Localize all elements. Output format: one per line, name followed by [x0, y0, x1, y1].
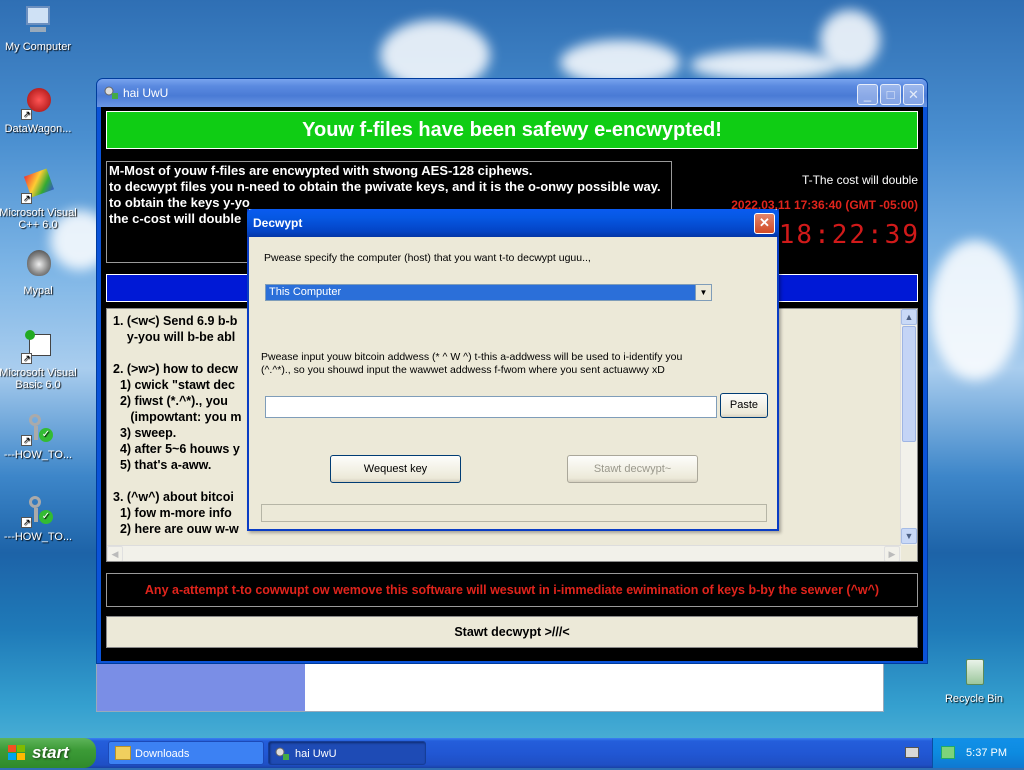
keyboard-icon[interactable]	[905, 747, 919, 758]
network-icon[interactable]	[941, 746, 955, 759]
shortcut-arrow-icon: ↗	[21, 109, 32, 120]
cloud	[930, 240, 1020, 380]
close-button[interactable]: ✕	[903, 84, 924, 105]
dialog-close-button[interactable]: ✕	[754, 213, 775, 234]
desktop-icon-how-to-1[interactable]: ✓ ↗ ---HOW_TO...	[0, 412, 80, 461]
my-computer-icon	[21, 4, 55, 38]
scroll-left-icon[interactable]: ◀	[107, 546, 123, 561]
address-prompt: Pwease input youw bitcoin addwess (* ^ W…	[261, 351, 683, 376]
decrypt-dialog: Decwypt ✕ Pwease specify the computer (h…	[247, 209, 779, 531]
datawagon-icon: ↗	[21, 86, 55, 120]
main-window-titlebar[interactable]: hai UwU _ □ ✕	[97, 79, 927, 107]
warning-text: Any a-attempt t-to cowwupt ow wemove thi…	[106, 573, 918, 607]
horizontal-scrollbar[interactable]: ◀ ▶	[107, 545, 901, 561]
key-icon: ✓ ↗	[21, 412, 55, 446]
start-button[interactable]: start	[0, 738, 96, 768]
start-decrypt-button[interactable]: Stawt decwypt >///<	[106, 616, 918, 648]
minimize-button[interactable]: _	[857, 84, 878, 105]
taskbar-item-downloads[interactable]: Downloads	[108, 741, 264, 765]
desktop-icon-label: Microsoft Visual Basic 6.0	[0, 367, 77, 391]
desktop-icon-label: ---HOW_TO...	[3, 449, 73, 461]
chevron-down-icon[interactable]: ▼	[695, 285, 711, 300]
app-icon	[275, 746, 291, 760]
visual-basic-icon: ↗	[21, 330, 55, 364]
decrypt-dialog-titlebar[interactable]: Decwypt ✕	[247, 209, 779, 237]
desktop-icon-label: Mypal	[23, 285, 53, 297]
desktop-icon-my-computer[interactable]: My Computer	[0, 4, 80, 53]
system-tray: 5:37 PM	[932, 738, 1024, 768]
maximize-button[interactable]: □	[880, 84, 901, 105]
desktop-icon-label: Microsoft Visual C++ 6.0	[0, 207, 77, 231]
shortcut-arrow-icon: ↗	[21, 353, 32, 364]
desktop-icon-recycle-bin[interactable]: Recycle Bin	[932, 656, 1016, 705]
cost-label: T-The cost will double	[801, 173, 918, 187]
decrypt-dialog-title: Decwypt	[253, 216, 303, 230]
scroll-right-icon[interactable]: ▶	[884, 546, 900, 561]
cloud	[820, 10, 880, 70]
windows-flag-icon	[8, 745, 26, 761]
decrypt-progress-bar	[261, 504, 767, 522]
desktop-icon-mypal[interactable]: Mypal	[0, 248, 80, 297]
taskbar-item-label: Downloads	[135, 748, 190, 760]
paste-button[interactable]: Paste	[720, 393, 768, 418]
shortcut-arrow-icon: ↗	[21, 193, 32, 204]
start-label: start	[32, 743, 69, 762]
visual-cpp-icon: ↗	[21, 168, 55, 204]
desktop-icon-datawagon[interactable]: ↗ DataWagon...	[0, 86, 80, 135]
scroll-thumb[interactable]	[902, 326, 916, 442]
folder-icon	[115, 746, 131, 760]
background-window	[96, 662, 884, 712]
host-select[interactable]: This Computer ▼	[265, 284, 712, 301]
start-decrypt-dialog-button[interactable]: Stawt decwypt~	[567, 455, 698, 483]
vertical-scrollbar[interactable]: ▲ ▼	[900, 309, 917, 545]
mypal-icon	[21, 248, 55, 282]
desktop-icon-how-to-2[interactable]: ✓ ↗ ---HOW_TO...	[0, 494, 80, 543]
desktop-icon-label: My Computer	[4, 41, 72, 53]
app-icon	[103, 85, 119, 101]
clock[interactable]: 5:37 PM	[966, 747, 1007, 759]
encrypted-banner: Youw f-files have been safewy e-encwypte…	[106, 111, 918, 149]
cloud	[690, 50, 840, 80]
taskbar-item-label: hai UwU	[295, 748, 337, 760]
main-window-title: hai UwU	[123, 86, 169, 100]
desktop-icon-visual-cpp[interactable]: ↗ Microsoft Visual C++ 6.0	[0, 168, 80, 231]
desktop-icon-label: ---HOW_TO...	[3, 531, 73, 543]
desktop-icon-label: Recycle Bin	[944, 693, 1004, 705]
scroll-up-icon[interactable]: ▲	[901, 309, 917, 325]
taskbar: start Downloads hai UwU 5:37 PM	[0, 738, 1024, 768]
recycle-bin-icon	[957, 656, 991, 690]
scroll-down-icon[interactable]: ▼	[901, 528, 917, 544]
request-key-button[interactable]: Wequest key	[330, 455, 461, 483]
desktop-icon-label: DataWagon...	[4, 123, 72, 135]
host-prompt: Pwease specify the computer (host) that …	[264, 252, 591, 264]
shortcut-arrow-icon: ↗	[21, 517, 32, 528]
shortcut-arrow-icon: ↗	[21, 435, 32, 446]
desktop-icon-visual-basic[interactable]: ↗ Microsoft Visual Basic 6.0	[0, 330, 80, 391]
host-select-value: This Computer	[269, 286, 342, 298]
bitcoin-address-input[interactable]	[265, 396, 717, 418]
key-icon: ✓ ↗	[21, 494, 55, 528]
taskbar-item-hai-uwu[interactable]: hai UwU	[268, 741, 426, 765]
